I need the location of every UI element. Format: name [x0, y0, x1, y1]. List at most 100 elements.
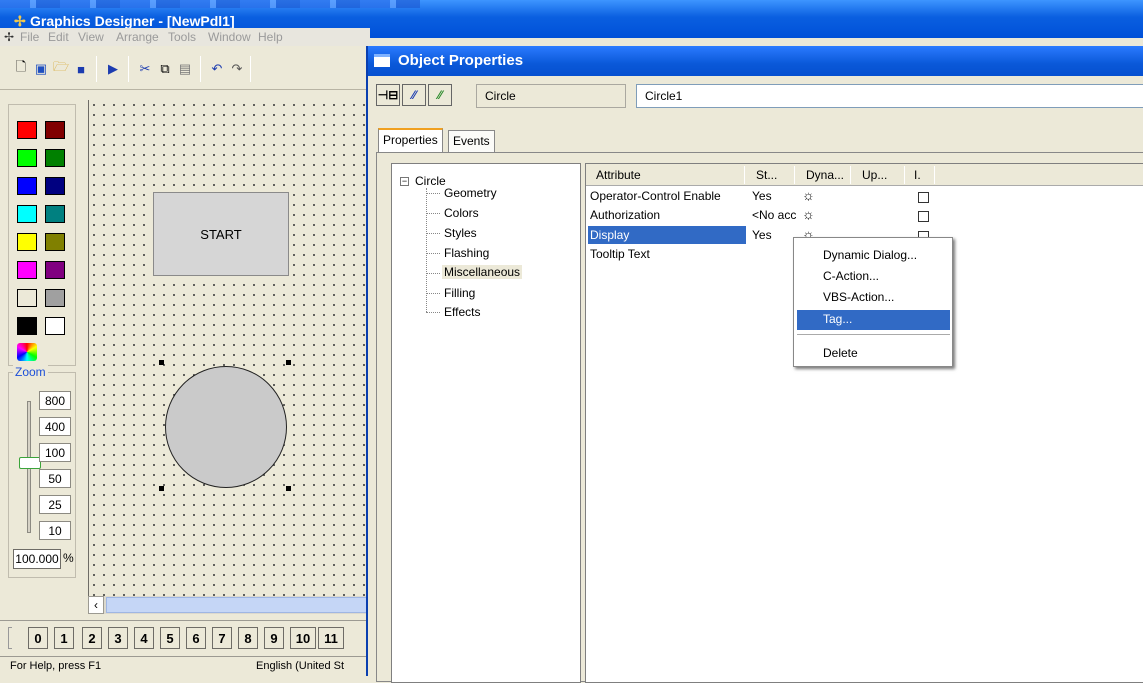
color-swatch-black[interactable] — [17, 317, 37, 335]
color-swatch-yellow[interactable] — [17, 233, 37, 251]
selection-handle[interactable] — [286, 360, 291, 365]
new-file-icon[interactable]: 🗋 — [12, 59, 30, 78]
header-static[interactable]: St... — [756, 168, 777, 182]
header-update[interactable]: Up... — [862, 168, 887, 182]
color-swatch-teal[interactable] — [45, 205, 65, 223]
selection-handle[interactable] — [159, 486, 164, 491]
open-folder-icon[interactable]: 🗁 — [52, 59, 70, 78]
color-swatch-gray[interactable] — [45, 289, 65, 307]
pipette-apply-icon[interactable]: ⁄⁄ — [428, 84, 452, 106]
color-swatch-lime[interactable] — [17, 149, 37, 167]
layer-8-button[interactable]: 8 — [238, 627, 258, 649]
table-row[interactable]: Authorization <No acc ☼ — [586, 206, 1143, 226]
tab-properties[interactable]: Properties — [378, 128, 443, 152]
header-indirect[interactable]: I. — [914, 168, 921, 182]
zoom-10-button[interactable]: 10 — [39, 521, 71, 540]
layer-6-button[interactable]: 6 — [186, 627, 206, 649]
tree-node-colors[interactable]: Colors — [444, 206, 479, 220]
scrollbar-thumb[interactable] — [106, 597, 368, 613]
zoom-400-button[interactable]: 400 — [39, 417, 71, 436]
menu-arrange[interactable]: Arrange — [116, 30, 159, 44]
custom-color-icon[interactable] — [17, 343, 37, 361]
layer-3-button[interactable]: 3 — [108, 627, 128, 649]
zoom-slider-thumb[interactable] — [19, 457, 41, 469]
selection-handle[interactable] — [286, 486, 291, 491]
dialog-title-bar[interactable]: Object Properties — [368, 46, 1143, 76]
layer-0-button[interactable]: 0 — [28, 627, 48, 649]
pipette-icon[interactable]: ⁄⁄ — [402, 84, 426, 106]
header-attribute[interactable]: Attribute — [596, 168, 641, 182]
color-swatch-purple[interactable] — [45, 261, 65, 279]
color-swatch-background[interactable] — [17, 289, 37, 307]
attribute-name: Operator-Control Enable — [590, 189, 721, 203]
tree-node-filling[interactable]: Filling — [444, 286, 475, 300]
menu-tools[interactable]: Tools — [168, 30, 196, 44]
menu-item-c-action[interactable]: C-Action... — [797, 267, 950, 287]
menu-item-dynamic-dialog[interactable]: Dynamic Dialog... — [797, 246, 950, 266]
menu-view[interactable]: View — [78, 30, 104, 44]
redo-icon[interactable]: ↷ — [228, 60, 246, 78]
menu-window[interactable]: Window — [208, 30, 251, 44]
header-dynamic[interactable]: Dyna... — [806, 168, 844, 182]
layer-2-button[interactable]: 2 — [82, 627, 102, 649]
menu-file[interactable]: File — [20, 30, 39, 44]
object-name-field[interactable]: Circle1 — [636, 84, 1143, 108]
copy-icon[interactable]: ⧉ — [156, 60, 174, 78]
zoom-100-button[interactable]: 100 — [39, 443, 71, 462]
tab-events[interactable]: Events — [448, 130, 495, 152]
zoom-50-button[interactable]: 50 — [39, 469, 71, 488]
scroll-left-arrow-icon[interactable]: ‹ — [88, 596, 104, 614]
tree-node-geometry[interactable]: Geometry — [444, 186, 497, 200]
table-row[interactable]: Operator-Control Enable Yes ☼ — [586, 187, 1143, 207]
undo-icon[interactable]: ↶ — [208, 60, 226, 78]
circle-object[interactable] — [165, 366, 287, 488]
layer-4-button[interactable]: 4 — [134, 627, 154, 649]
color-swatch-maroon[interactable] — [45, 121, 65, 139]
color-swatch-blue[interactable] — [17, 177, 37, 195]
zoom-25-button[interactable]: 25 — [39, 495, 71, 514]
tree-node-miscellaneous[interactable]: Miscellaneous — [442, 265, 523, 279]
collapse-icon[interactable]: − — [400, 177, 409, 186]
menu-edit[interactable]: Edit — [48, 30, 69, 44]
color-swatch-white[interactable] — [45, 317, 65, 335]
tree-node-effects[interactable]: Effects — [444, 305, 480, 319]
tree-root-circle[interactable]: − Circle — [400, 174, 446, 188]
indirect-checkbox[interactable] — [918, 211, 929, 222]
object-type-field: Circle — [476, 84, 626, 108]
layer-9-button[interactable]: 9 — [264, 627, 284, 649]
app-menu-icon[interactable]: ✢ — [4, 30, 14, 44]
selection-handle[interactable] — [159, 360, 164, 365]
run-icon[interactable]: ▶ — [104, 60, 122, 78]
tree-node-styles[interactable]: Styles — [444, 226, 477, 240]
lightbulb-icon[interactable]: ☼ — [802, 187, 815, 203]
drawing-canvas[interactable]: START — [88, 100, 368, 596]
zoom-800-button[interactable]: 800 — [39, 391, 71, 410]
color-swatch-cyan[interactable] — [17, 205, 37, 223]
color-swatch-olive[interactable] — [45, 233, 65, 251]
zoom-value-field[interactable]: 100.000 — [13, 549, 61, 569]
indirect-checkbox[interactable] — [918, 192, 929, 203]
layer-11-button[interactable]: 11 — [318, 627, 344, 649]
new-template-icon[interactable]: ▣ — [32, 60, 50, 78]
save-icon[interactable]: ■ — [72, 60, 90, 78]
menu-item-vbs-action[interactable]: VBS-Action... — [797, 288, 950, 308]
object-properties-dialog: Object Properties ⊣⊟ ⁄⁄ ⁄⁄ Circle Circle… — [366, 46, 1143, 683]
color-swatch-green[interactable] — [45, 149, 65, 167]
color-swatch-red[interactable] — [17, 121, 37, 139]
layer-10-button[interactable]: 10 — [290, 627, 316, 649]
cut-icon[interactable]: ✂ — [136, 60, 154, 78]
color-swatch-magenta[interactable] — [17, 261, 37, 279]
tree-node-flashing[interactable]: Flashing — [444, 246, 489, 260]
color-swatch-navy[interactable] — [45, 177, 65, 195]
layer-7-button[interactable]: 7 — [212, 627, 232, 649]
layer-5-button[interactable]: 5 — [160, 627, 180, 649]
pin-icon[interactable]: ⊣⊟ — [376, 84, 400, 106]
horizontal-scrollbar[interactable]: ‹ — [88, 596, 370, 614]
paste-icon[interactable]: ▤ — [176, 60, 194, 78]
layer-1-button[interactable]: 1 — [54, 627, 74, 649]
menu-item-delete[interactable]: Delete — [797, 344, 950, 364]
menu-item-tag[interactable]: Tag... — [797, 310, 950, 330]
menu-help[interactable]: Help — [258, 30, 283, 44]
start-button-object[interactable]: START — [153, 192, 289, 276]
lightbulb-icon[interactable]: ☼ — [802, 206, 815, 222]
